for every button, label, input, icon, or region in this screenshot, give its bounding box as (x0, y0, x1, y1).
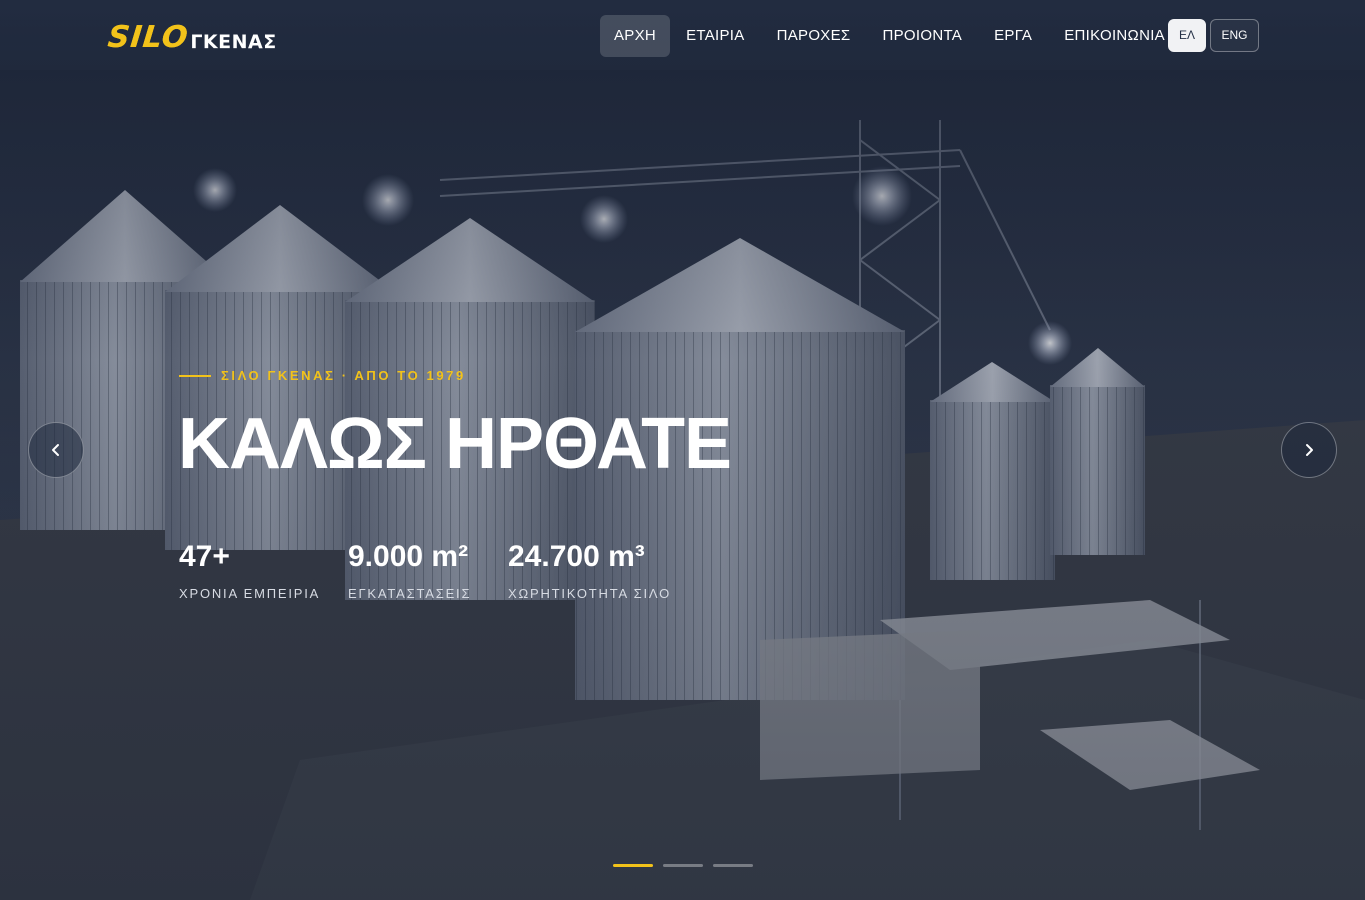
nav-item-contact[interactable]: ΕΠΙΚΟΙΝΩΝΙΑ (1048, 15, 1181, 57)
eyebrow-text: ΣΙΛΟ ΓΚΕΝΑΣ · ΑΠΟ ΤΟ 1979 (221, 368, 466, 383)
hero-title: ΚΑΛΩΣ ΗΡΘΑΤΕ (178, 404, 732, 484)
stat-label: ΕΓΚΑΤΑΣΤΑΣΕΙΣ (348, 586, 472, 601)
slider-dot[interactable] (663, 864, 703, 867)
chevron-left-icon (52, 444, 59, 456)
nav-item-home[interactable]: ΑΡΧΗ (600, 15, 671, 57)
nav-item-products[interactable]: ΠΡΟΙΟΝΤΑ (866, 15, 978, 57)
nav-item-company[interactable]: ΕΤΑΙΡΙΑ (670, 15, 761, 57)
stat-capacity: 24.700 m³ ΧΩΡΗΤΙΚΟΤΗΤΑ ΣΙΛΟ (508, 538, 671, 601)
logo-secondary: ΓΚΕΝΑΣ (190, 31, 277, 53)
slider-next-button[interactable] (1281, 422, 1337, 478)
slider-prev-button[interactable] (28, 422, 84, 478)
eyebrow-line (179, 374, 211, 377)
stat-value: 9.000 m² (348, 540, 469, 573)
language-button-english[interactable]: ENG (1210, 19, 1259, 52)
slider-dot[interactable] (613, 864, 653, 867)
site-header: SILO ΓΚΕΝΑΣ ΑΡΧΗ ΕΤΑΙΡΙΑ ΠΑΡΟΧΕΣ ΠΡΟΙΟΝΤ… (0, 0, 1365, 70)
site-logo[interactable]: SILO ΓΚΕΝΑΣ (106, 20, 277, 55)
nav-item-projects[interactable]: ΕΡΓΑ (978, 15, 1048, 57)
stat-label: ΧΩΡΗΤΙΚΟΤΗΤΑ ΣΙΛΟ (508, 586, 672, 601)
stat-label: ΧΡΟΝΙΑ ΕΜΠΕΙΡΙΑ (179, 586, 321, 601)
slider-dot[interactable] (713, 864, 753, 867)
language-button-greek[interactable]: ΕΛ (1168, 19, 1206, 52)
logo-primary: SILO (106, 20, 191, 55)
stat-facilities: 9.000 m² ΕΓΚΑΤΑΣΤΑΣΕΙΣ (348, 538, 471, 601)
stat-value: 47+ (179, 540, 230, 573)
stat-value: 24.700 m³ (508, 540, 645, 573)
main-nav: ΑΡΧΗ ΕΤΑΙΡΙΑ ΠΑΡΟΧΕΣ ΠΡΟΙΟΝΤΑ ΕΡΓΑ ΕΠΙΚΟ… (600, 15, 1181, 57)
slider-pagination (613, 864, 753, 867)
language-switcher: ΕΛ ENG (1168, 19, 1259, 52)
stat-experience: 47+ ΧΡΟΝΙΑ ΕΜΠΕΙΡΙΑ (179, 538, 320, 601)
chevron-right-icon (1306, 444, 1313, 456)
nav-item-services[interactable]: ΠΑΡΟΧΕΣ (761, 15, 867, 57)
hero-eyebrow: ΣΙΛΟ ΓΚΕΝΑΣ · ΑΠΟ ΤΟ 1979 (179, 368, 466, 383)
